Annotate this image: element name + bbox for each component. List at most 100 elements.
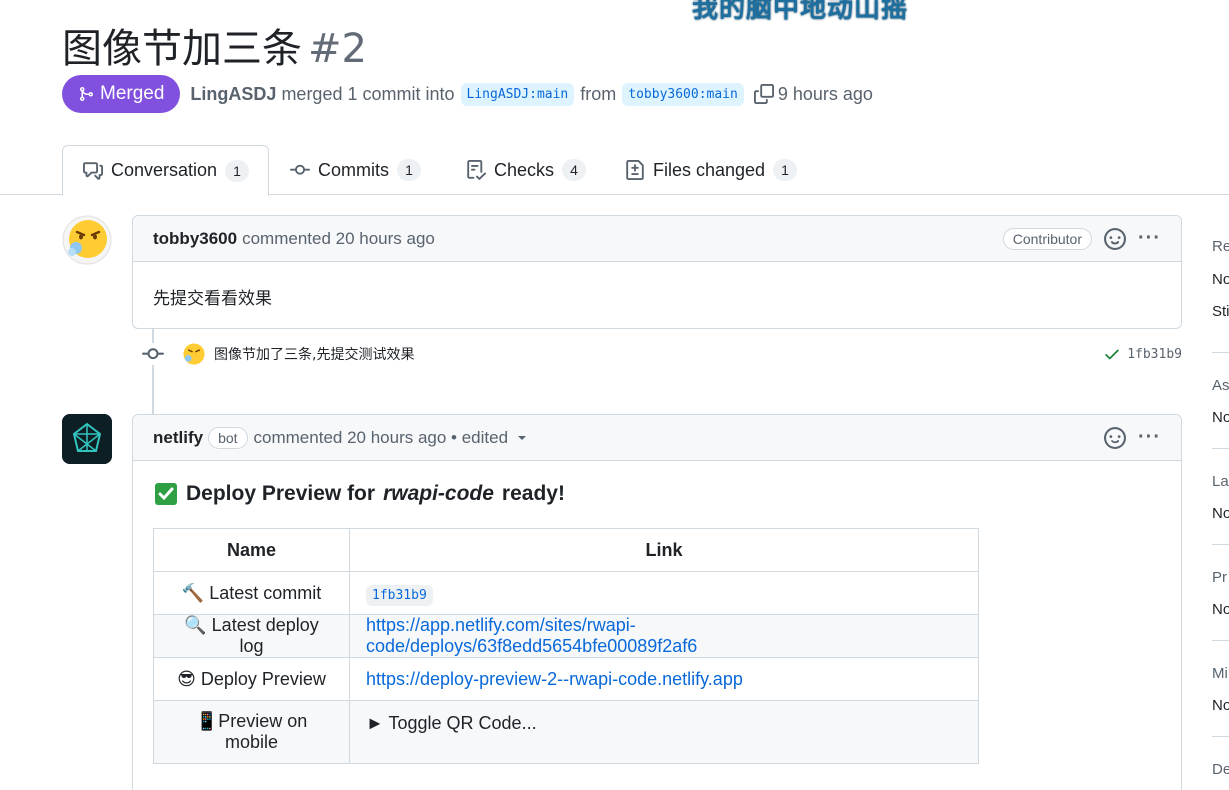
deploy-log-link[interactable]: https://app.netlify.com/sites/rwapi-code… [366,615,697,656]
table-row: 📱Preview on mobile ► Toggle QR Code... [153,700,979,764]
magnifier-icon: 🔍 [184,615,207,635]
row-name-cell: 🔍 Latest deploy log [153,614,350,658]
file-diff-icon [625,160,645,180]
tab-conversation[interactable]: Conversation 1 [62,145,269,196]
sidebar-heading-labels[interactable]: La [1212,473,1229,490]
chevron-down-icon[interactable] [516,432,528,444]
row-name-cell: 😎 Deploy Preview [153,657,350,701]
divider [1212,544,1229,545]
comment-header: netlify bot commented 20 hours ago • edi… [133,415,1181,461]
check-icon[interactable] [1103,345,1121,363]
hammer-icon: 🔨 [181,582,205,603]
git-merge-icon [78,86,94,102]
comment-timestamp[interactable]: commented 20 hours ago • edited [254,428,509,448]
sidebar-heading-milestone[interactable]: Mi [1212,665,1228,682]
copy-icon[interactable] [753,84,774,104]
column-header-link: Link [349,528,979,572]
check-mark-icon [154,482,178,506]
tab-counter: 1 [225,159,250,182]
row-link-cell: https://deploy-preview-2--rwapi-code.net… [349,657,979,701]
head-branch[interactable]: tobby3600:main [622,82,744,106]
sidebar-value: No [1212,601,1229,618]
comment-author[interactable]: netlify [153,428,203,448]
commit-row: 图像节加了三条,先提交测试效果 1fb31b9 [142,340,1182,368]
page-title: 图像节加三条 #2 [62,16,367,74]
sidebar-heading-development[interactable]: De [1212,761,1229,778]
sidebar-heading-projects[interactable]: Pr [1212,569,1227,586]
row-link-cell: 1fb31b9 [349,571,979,615]
merged-state-badge: Merged [62,75,181,113]
comment-author[interactable]: tobby3600 [153,229,237,249]
table-header-row: Name Link [153,528,979,572]
table-row: 🔍 Latest deploy log https://app.netlify.… [153,614,979,658]
tab-counter: 1 [397,159,421,181]
sidebar-value: No [1212,271,1229,288]
sidebar-value: No [1212,409,1229,426]
smiley-icon[interactable] [1104,426,1127,449]
base-branch[interactable]: LingASDJ:main [460,82,575,106]
toggle-qr-code[interactable]: ► Toggle QR Code... [366,713,537,733]
comment-body: 先提交看看效果 [153,289,272,309]
comment-timestamp[interactable]: commented 20 hours ago [242,229,435,249]
netlify-avatar[interactable] [62,414,112,464]
tab-label: Commits [318,159,389,180]
divider [1212,352,1229,353]
bot-badge: bot [208,426,248,449]
deploy-heading: Deploy Preview for rwapi-code ready! [154,482,565,506]
sidebar-heading-reviewers[interactable]: Re [1212,238,1229,255]
commit-message[interactable]: 图像节加了三条,先提交测试效果 [214,344,414,364]
tab-label: Conversation [111,160,218,180]
sidebar-heading-assignees[interactable]: As [1212,377,1229,394]
sidebar-value: No [1212,697,1229,714]
avatar[interactable] [62,215,112,265]
commit-sha-group: 1fb31b9 [1103,345,1182,363]
divider [1212,640,1229,641]
deploy-prefix: Deploy Preview for [186,482,376,505]
latest-commit-link[interactable]: 1fb31b9 [366,584,433,606]
pr-number: #2 [308,26,367,72]
tab-counter: 4 [562,159,587,181]
comment-header: tobby3600 commented 20 hours ago Contrib… [133,216,1181,262]
tab-counter: 1 [773,159,798,181]
commit-sha-link[interactable]: 1fb31b9 [1127,347,1182,362]
git-commit-icon [142,343,164,365]
row-label: Latest deploy log [211,615,319,656]
pr-title: 图像节加三条 [62,26,302,72]
kebab-menu-icon[interactable]: ··· [1138,227,1161,250]
smiley-icon[interactable] [1104,227,1127,250]
tab-label: Checks [494,159,555,180]
tab-commits[interactable]: Commits 1 [270,145,441,195]
tab-checks[interactable]: Checks 4 [446,145,606,195]
deploy-site: rwapi-code [383,482,494,505]
from-text: from [580,83,617,104]
merged-time: 9 hours ago [777,83,873,104]
tab-files-changed[interactable]: Files changed 1 [605,145,817,195]
comment-card: tobby3600 commented 20 hours ago Contrib… [132,215,1182,329]
deploy-preview-link[interactable]: https://deploy-preview-2--rwapi-code.net… [366,669,743,689]
sidebar-value: Sti [1212,303,1229,320]
table-row: 😎 Deploy Preview https://deploy-preview-… [153,657,979,701]
merged-text: merged 1 commit into [281,83,455,104]
divider [1212,736,1229,737]
pr-author-link[interactable]: LingASDJ [190,84,276,105]
checklist-icon [466,160,486,180]
comment-discussion-icon [83,161,103,181]
row-label: Preview on mobile [218,711,308,752]
table-row: 🔨 Latest commit 1fb31b9 [153,571,979,615]
avatar[interactable] [182,342,206,366]
deploy-table: Name Link 🔨 Latest commit 1fb31b9 🔍 Late… [153,528,979,764]
row-label: Latest commit [209,582,322,603]
row-link-cell: https://app.netlify.com/sites/rwapi-code… [349,614,979,658]
overlay-caption: 我的脑中地动山摇 [692,0,909,24]
row-link-cell: ► Toggle QR Code... [349,700,979,764]
kebab-menu-icon[interactable]: ··· [1138,426,1161,449]
deploy-suffix: ready! [501,482,565,505]
row-name-cell: 🔨 Latest commit [153,571,350,615]
tab-label: Files changed [653,159,766,180]
pr-tabs: Conversation 1 Commits 1 Checks 4 Files … [0,145,1229,196]
sunglasses-icon: 😎 [177,668,196,689]
sidebar-value: No [1212,505,1229,522]
mobile-phone-icon: 📱 [195,711,219,731]
row-name-cell: 📱Preview on mobile [153,700,350,764]
pr-meta: Merged LingASDJ merged 1 commit into Lin… [62,75,873,113]
